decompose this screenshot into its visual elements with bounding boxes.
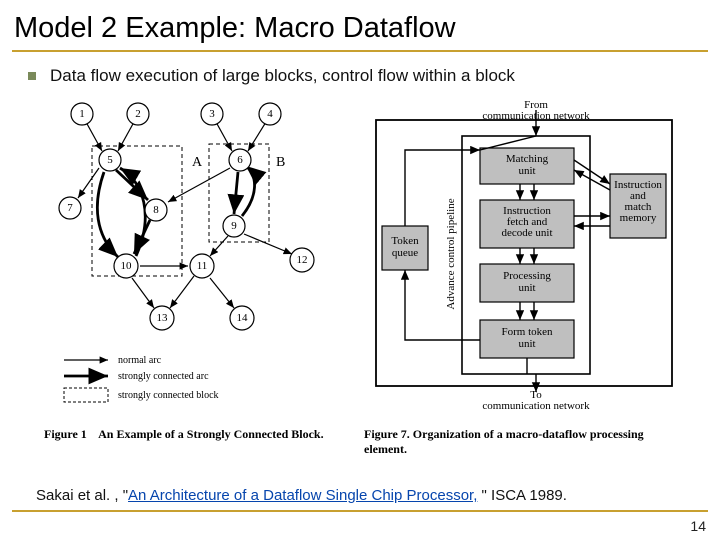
token-queue-label: Tokenqueue <box>391 235 419 259</box>
arc-1-5 <box>86 122 102 151</box>
figure-1-label: Figure 1 <box>44 427 87 441</box>
arc-9-6-strong <box>242 166 255 216</box>
node-1: 1 <box>71 103 93 125</box>
figure-1-caption: Figure 1 An Example of a Strongly Connec… <box>44 427 334 442</box>
title-rule <box>12 50 708 52</box>
arc-9-12 <box>244 234 292 254</box>
citation-pre: Sakai et al. , " <box>36 487 128 504</box>
fetch-decode-label: Instructionfetch anddecode unit <box>501 205 552 239</box>
arc-6-9-strong <box>234 172 238 214</box>
node-4: 4 <box>259 103 281 125</box>
node-7: 7 <box>59 197 81 219</box>
arc-11-13 <box>170 276 194 308</box>
graph-svg: A B <box>44 96 334 416</box>
svg-text:3: 3 <box>209 108 215 120</box>
node-10: 10 <box>114 254 138 278</box>
svg-text:2: 2 <box>135 108 141 120</box>
svg-text:6: 6 <box>237 154 243 166</box>
citation: Sakai et al. , "An Architecture of a Dat… <box>36 487 684 504</box>
arc-10-5-strong <box>120 168 145 256</box>
svg-text:normal arc: normal arc <box>118 355 162 366</box>
arc-6-8 <box>168 168 230 202</box>
arc-5-7 <box>78 168 99 198</box>
svg-text:8: 8 <box>153 204 159 216</box>
svg-text:5: 5 <box>107 154 113 166</box>
node-5: 5 <box>99 149 121 171</box>
bullet-text: Data flow execution of large blocks, con… <box>50 66 515 86</box>
bullet-row: Data flow execution of large blocks, con… <box>28 66 720 86</box>
arc-3-6 <box>216 122 232 151</box>
svg-text:13: 13 <box>157 312 169 324</box>
legend: normal arc strongly connected arc strong… <box>64 355 219 402</box>
page-title: Model 2 Example: Macro Dataflow <box>0 0 720 50</box>
bullet-icon <box>28 72 36 80</box>
svg-text:11: 11 <box>197 260 208 272</box>
figures: A B <box>0 96 720 457</box>
node-11: 11 <box>190 254 214 278</box>
footer-rule <box>12 510 708 512</box>
figure-1: A B <box>44 96 334 442</box>
node-6: 6 <box>229 149 251 171</box>
svg-text:7: 7 <box>67 202 73 214</box>
svg-text:4: 4 <box>267 108 273 120</box>
node-13: 13 <box>150 306 174 330</box>
citation-link: An Architecture of a Dataflow Single Chi… <box>128 487 477 504</box>
figure-7-caption: Figure 7. Organization of a macro-datafl… <box>364 427 684 457</box>
node-8: 8 <box>145 199 167 221</box>
region-a-label: A <box>192 155 203 170</box>
region-b-label: B <box>276 155 285 170</box>
node-2: 2 <box>127 103 149 125</box>
figure-7-label: Figure 7. <box>364 427 410 441</box>
advance-control-label: Advance control pipeline <box>445 198 457 309</box>
svg-text:1: 1 <box>79 108 85 120</box>
to-network-label: Tocommunication network <box>482 389 590 412</box>
arc-10-13 <box>132 278 154 308</box>
arc-4-6 <box>248 122 266 151</box>
page-number: 14 <box>690 518 706 534</box>
node-3: 3 <box>201 103 223 125</box>
node-9: 9 <box>223 215 245 237</box>
arc-11-14 <box>210 278 234 308</box>
arc-5-10-strong <box>97 172 118 257</box>
figure-1-caption-text: An Example of a Strongly Connected Block… <box>98 427 323 441</box>
block-diagram-svg: Fromcommunication network Tocommunicatio… <box>364 96 684 416</box>
svg-text:strongly connected arc: strongly connected arc <box>118 371 209 382</box>
svg-text:14: 14 <box>237 312 249 324</box>
svg-text:12: 12 <box>297 254 308 266</box>
svg-text:strongly connected block: strongly connected block <box>118 390 219 401</box>
citation-post: " ISCA 1989. <box>477 487 567 504</box>
figure-7: Fromcommunication network Tocommunicatio… <box>364 96 684 457</box>
arc-2-5 <box>118 122 134 151</box>
svg-text:10: 10 <box>121 260 133 272</box>
arc-9-11 <box>210 236 228 256</box>
node-14: 14 <box>230 306 254 330</box>
node-12: 12 <box>290 248 314 272</box>
svg-text:9: 9 <box>231 220 237 232</box>
